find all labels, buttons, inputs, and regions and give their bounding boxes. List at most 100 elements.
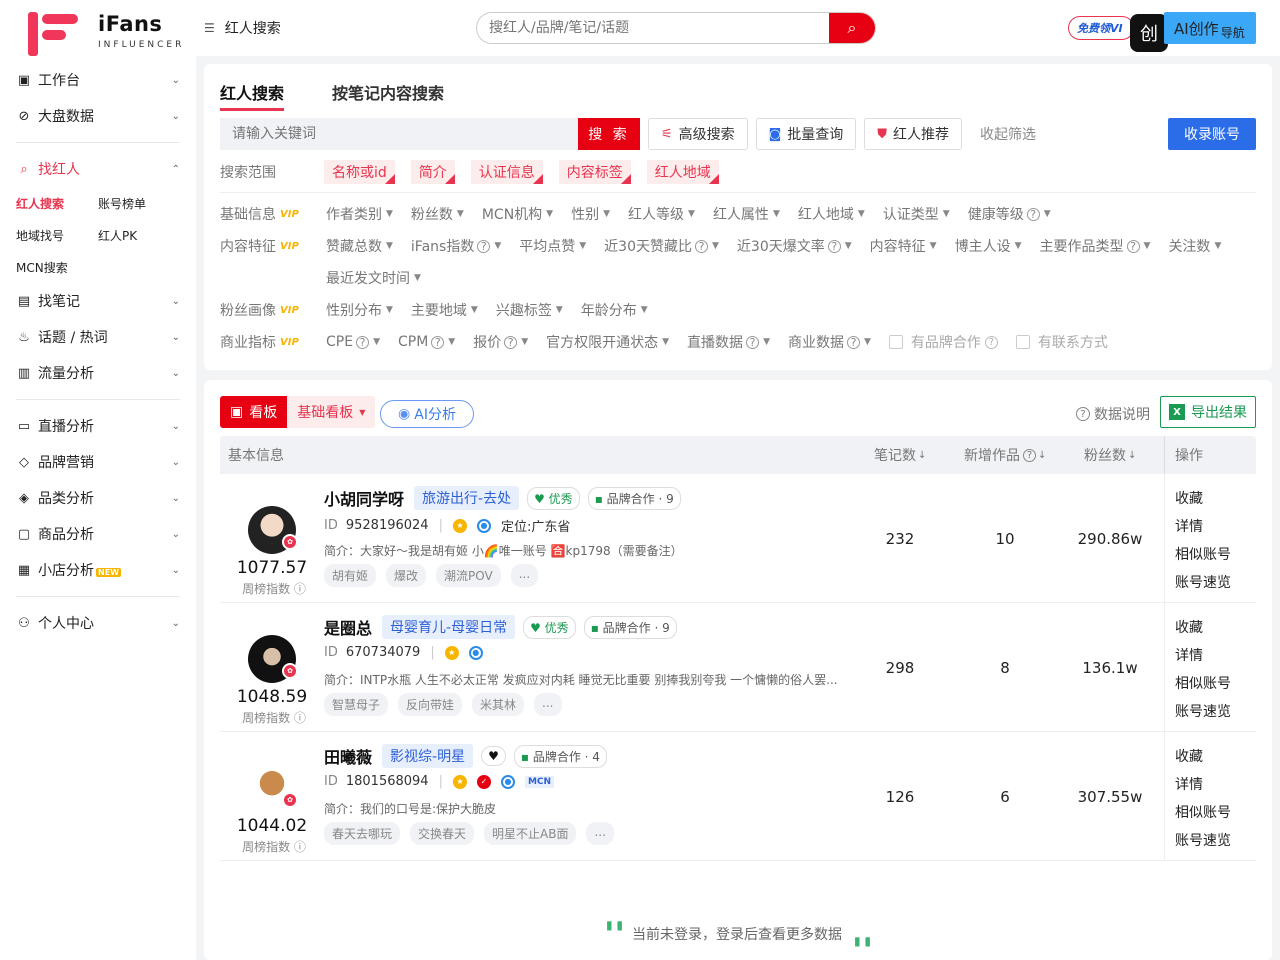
filter-30d-hit-rate[interactable]: 近30天爆文率? ▼ — [737, 236, 852, 256]
tab-note-content-search[interactable]: 按笔记内容搜索 — [332, 80, 444, 111]
filter-cpe[interactable]: CPE? ▼ — [326, 334, 380, 350]
sidebar-item-brand[interactable]: ◇ 品牌营销 ⌄ — [0, 444, 196, 480]
global-search-button[interactable]: ⌕ — [829, 13, 875, 43]
account-preview-link[interactable]: 账号速览 — [1175, 697, 1256, 725]
export-button[interactable]: X 导出结果 — [1160, 396, 1256, 428]
favorite-link[interactable]: 收藏 — [1175, 742, 1256, 770]
filter-health[interactable]: 健康等级? ▼ — [968, 204, 1051, 224]
board-button[interactable]: ▣ 看板 — [220, 396, 288, 428]
filter-content-feature[interactable]: 内容特征 ▼ — [870, 236, 937, 256]
sidebar-item-live[interactable]: ▭ 直播分析 ⌄ — [0, 408, 196, 444]
more-tags-button[interactable]: ... — [534, 693, 562, 716]
sidebar-sub-influencer-pk[interactable]: 红人PK — [98, 219, 180, 251]
filter-main-region[interactable]: 主要地域 ▼ — [411, 300, 478, 320]
filter-gender-dist[interactable]: 性别分布 ▼ — [326, 300, 393, 320]
sidebar-item-product[interactable]: ▢ 商品分析 ⌄ — [0, 516, 196, 552]
filter-gender[interactable]: 性别 ▼ — [571, 204, 610, 224]
account-preview-link[interactable]: 账号速览 — [1175, 568, 1256, 596]
filter-price[interactable]: 报价? ▼ — [473, 332, 528, 352]
filter-persona[interactable]: 博主人设 ▼ — [955, 236, 1022, 256]
batch-query-button[interactable]: ◙ 批量查询 — [755, 118, 857, 150]
detail-link[interactable]: 详情 — [1175, 512, 1256, 540]
filter-level[interactable]: 红人等级 ▼ — [628, 204, 695, 224]
collapse-filter-link[interactable]: 收起筛选 — [980, 124, 1036, 144]
brand-coop-badge[interactable]: ▪ 品牌合作 · 9 — [583, 615, 677, 639]
influencer-recommend-button[interactable]: ⛊ 红人推荐 — [864, 118, 963, 150]
detail-link[interactable]: 详情 — [1175, 770, 1256, 798]
brand-logo[interactable]: iFans INFLUENCER — [0, 0, 196, 62]
sidebar-sub-influencer-search[interactable]: 红人搜索 — [16, 187, 98, 219]
scope-tag[interactable]: 简介 — [410, 160, 455, 184]
sidebar-sub-account-rank[interactable]: 账号榜单 — [98, 187, 180, 219]
add-account-button[interactable]: 收录账号 — [1168, 118, 1256, 150]
favorite-link[interactable]: 收藏 — [1175, 613, 1256, 641]
sidebar-item-find-influencer[interactable]: ⌕ 找红人 ⌃ — [0, 151, 196, 187]
filter-30d-ratio[interactable]: 近30天赞藏比? ▼ — [604, 236, 719, 256]
col-new-works-sort[interactable]: 新增作品? ↓ — [964, 445, 1046, 465]
filter-work-type[interactable]: 主要作品类型? ▼ — [1040, 236, 1151, 256]
filter-cert-type[interactable]: 认证类型 ▼ — [883, 204, 950, 224]
search-button[interactable]: 搜 索 — [578, 118, 640, 150]
sidebar-sub-mcn-search[interactable]: MCN搜索 — [16, 251, 98, 283]
brand-coop-badge[interactable]: ▪ 品牌合作 · 4 — [513, 744, 607, 768]
sidebar-item-topics[interactable]: ♨ 话题 / 热词 ⌄ — [0, 319, 196, 355]
similar-accounts-link[interactable]: 相似账号 — [1175, 540, 1256, 568]
filter-official-permission[interactable]: 官方权限开通状态 ▼ — [546, 332, 669, 352]
menu-collapse-icon[interactable]: ☰ — [204, 21, 215, 35]
tab-influencer-search[interactable]: 红人搜索 — [220, 80, 285, 111]
similar-accounts-link[interactable]: 相似账号 — [1175, 669, 1256, 697]
more-tags-button[interactable]: ... — [510, 564, 539, 587]
favorite-link[interactable]: 收藏 — [1175, 484, 1256, 512]
similar-accounts-link[interactable]: 相似账号 — [1175, 798, 1256, 826]
filter-author-type[interactable]: 作者类别 ▼ — [326, 204, 393, 224]
more-tags-button[interactable]: ... — [586, 822, 614, 845]
sidebar-item-find-notes[interactable]: ▤ 找笔记 ⌄ — [0, 283, 196, 319]
vip-promo-button[interactable]: 免费领VI — [1068, 16, 1134, 40]
scope-tag[interactable]: 名称或id — [324, 160, 395, 184]
filter-likes-total[interactable]: 赞藏总数 ▼ — [326, 236, 393, 256]
influencer-name[interactable]: 田曦薇 — [324, 744, 372, 768]
checkbox-contact[interactable]: 有联系方式 — [1015, 332, 1108, 352]
filter-following[interactable]: 关注数 ▼ — [1168, 236, 1221, 256]
sidebar-item-shop[interactable]: ▦ 小店分析 NEW ⌄ — [0, 552, 196, 588]
sidebar-item-category[interactable]: ◈ 品类分析 ⌄ — [0, 480, 196, 516]
filter-cpm[interactable]: CPM? ▼ — [398, 334, 455, 350]
sidebar-sub-region-find[interactable]: 地域找号 — [16, 219, 98, 251]
sidebar-item-workbench[interactable]: ▣ 工作台 ⌄ — [0, 62, 196, 98]
fans-count: 307.55w — [1077, 788, 1143, 806]
filter-fans[interactable]: 粉丝数 ▼ — [411, 204, 464, 224]
col-fans-sort[interactable]: 粉丝数 ↓ — [1084, 445, 1136, 465]
advanced-search-button[interactable]: ⚟ 高级搜索 — [648, 118, 748, 150]
sidebar-item-traffic[interactable]: ▥ 流量分析 ⌄ — [0, 355, 196, 391]
board-selector[interactable]: ▣ 看板 基础看板 ▼ — [220, 396, 376, 428]
col-notes-sort[interactable]: 笔记数 ↓ — [874, 445, 926, 465]
filter-last-post-time[interactable]: 最近发文时间 ▼ — [326, 268, 421, 288]
filter-mcn[interactable]: MCN机构 ▼ — [482, 204, 553, 224]
scope-tag[interactable]: 认证信息 — [470, 160, 543, 184]
checkbox-brand-coop[interactable]: 有品牌合作? — [888, 332, 998, 352]
keyword-input[interactable] — [220, 118, 578, 150]
creator-app-icon[interactable]: 创 — [1130, 14, 1168, 52]
brand-coop-badge[interactable]: ▪ 品牌合作 · 9 — [587, 486, 681, 510]
filter-interest-tags[interactable]: 兴趣标签 ▼ — [496, 300, 563, 320]
filter-ifans-index[interactable]: iFans指数? ▼ — [411, 236, 501, 256]
filter-attribute[interactable]: 红人属性 ▼ — [713, 204, 780, 224]
ai-create-button[interactable]: AI创作 导航 — [1164, 12, 1256, 44]
account-preview-link[interactable]: 账号速览 — [1175, 826, 1256, 854]
global-search-input[interactable] — [477, 13, 829, 43]
sidebar-item-personal[interactable]: ⚇ 个人中心 ⌄ — [0, 605, 196, 641]
filter-region[interactable]: 红人地域 ▼ — [798, 204, 865, 224]
influencer-name[interactable]: 小胡同学呀 — [324, 486, 404, 510]
filter-avg-likes[interactable]: 平均点赞 ▼ — [519, 236, 586, 256]
influencer-name[interactable]: 是圈总 — [324, 615, 372, 639]
filter-age-dist[interactable]: 年龄分布 ▼ — [581, 300, 648, 320]
detail-link[interactable]: 详情 — [1175, 641, 1256, 669]
ai-analyze-button[interactable]: ◉ AI分析 — [380, 400, 474, 428]
scope-tag[interactable]: 红人地域 — [646, 160, 719, 184]
filter-live-data[interactable]: 直播数据? ▼ — [687, 332, 770, 352]
sidebar-item-market-data[interactable]: ⊘ 大盘数据 ⌄ — [0, 98, 196, 134]
scope-tag[interactable]: 内容标签 — [558, 160, 631, 184]
data-help-link[interactable]: ? 数据说明 — [1076, 404, 1150, 424]
filter-business-data[interactable]: 商业数据? ▼ — [788, 332, 871, 352]
board-type-dropdown[interactable]: 基础看板 ▼ — [287, 396, 376, 428]
